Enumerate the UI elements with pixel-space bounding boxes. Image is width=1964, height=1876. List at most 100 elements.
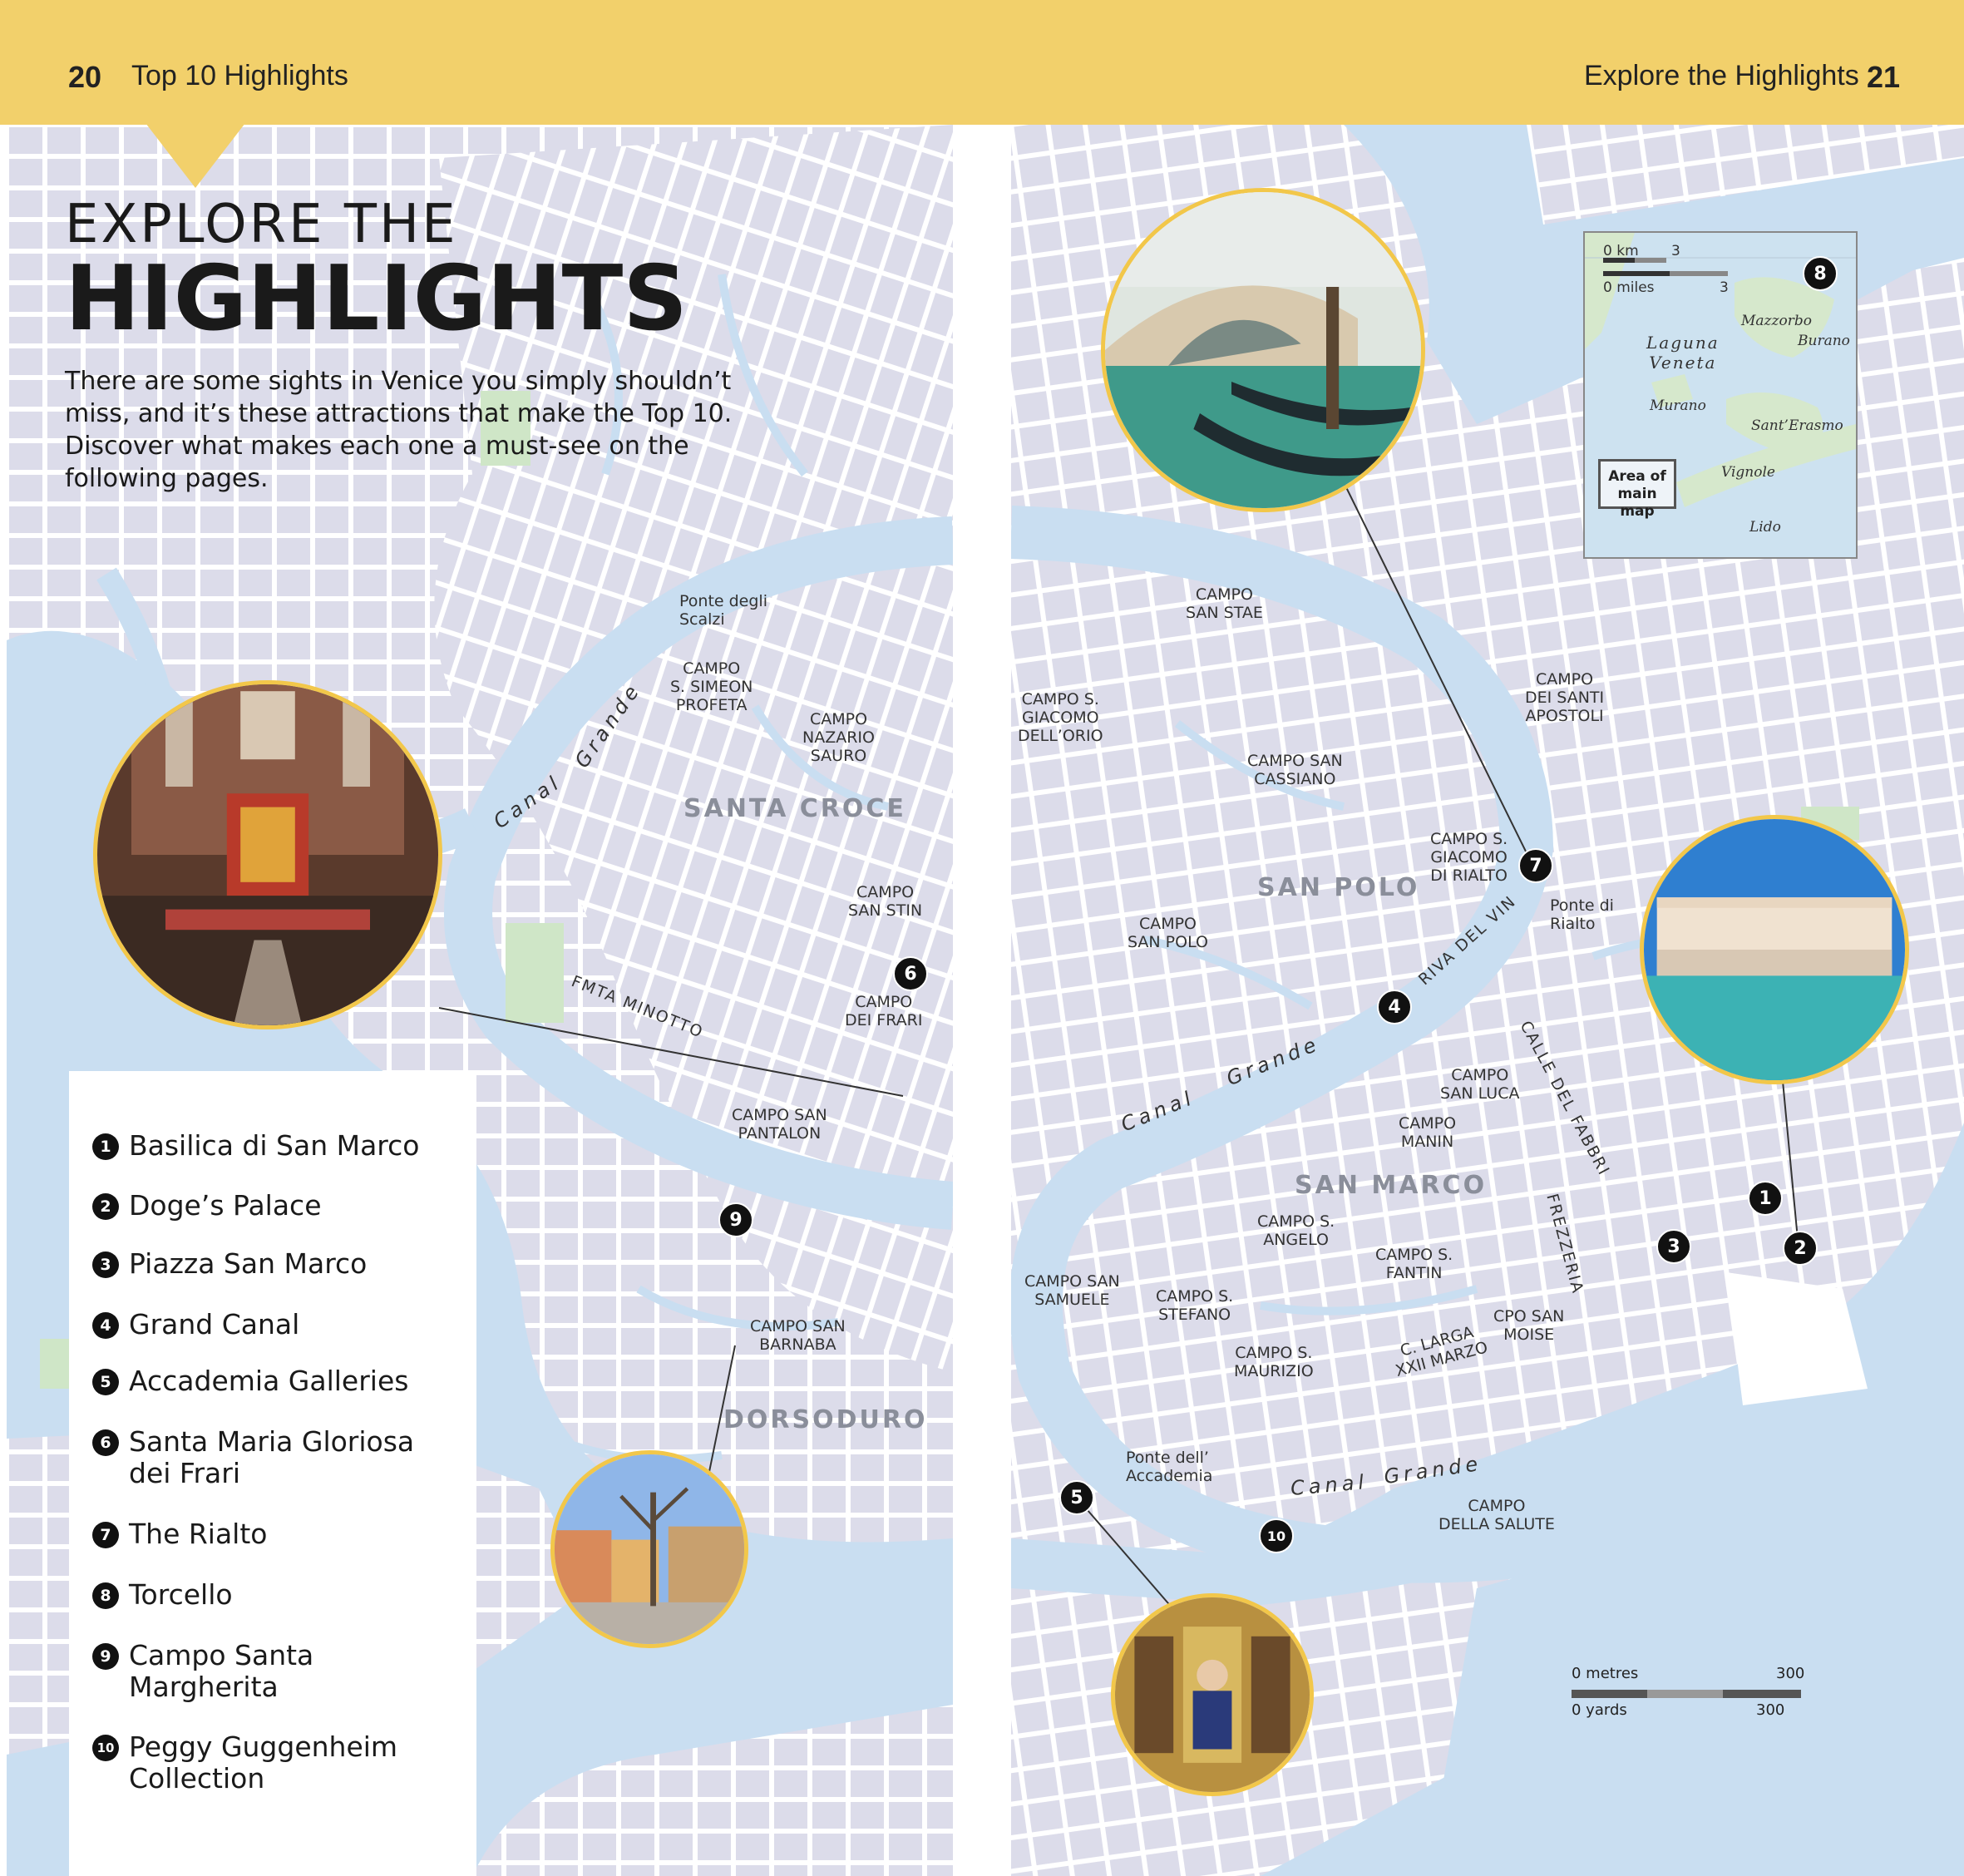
- church-interior-image: [97, 684, 438, 1025]
- legend-item[interactable]: 1 Basilica di San Marco: [92, 1130, 445, 1162]
- district-santa-croce: SANTA CROCE: [683, 794, 906, 823]
- left-running-title: Top 10 Highlights: [131, 60, 348, 91]
- marker-4[interactable]: 4: [1377, 990, 1412, 1024]
- place-label: CAMPO SAN LUCA: [1440, 1066, 1520, 1103]
- place-label: CAMPO DEI FRARI: [845, 993, 923, 1029]
- header-notch: [146, 123, 245, 188]
- legend-item[interactable]: 5 Accademia Galleries: [92, 1365, 445, 1397]
- inset-laguna-label: Laguna Veneta: [1646, 333, 1720, 373]
- marker-5[interactable]: 5: [1059, 1480, 1094, 1515]
- frari-church-photo[interactable]: [93, 680, 442, 1029]
- legend-item[interactable]: 2 Doge’s Palace: [92, 1190, 445, 1222]
- legend-number: 8: [92, 1582, 119, 1609]
- legend-number: 2: [92, 1193, 119, 1220]
- marker-3[interactable]: 3: [1656, 1229, 1691, 1264]
- place-label: CAMPO S. MAURIZIO: [1234, 1344, 1314, 1380]
- legend-item[interactable]: 3 Piazza San Marco: [92, 1248, 445, 1280]
- scale-yards-label: 0 yards: [1572, 1701, 1627, 1719]
- legend-number: 10: [92, 1735, 119, 1761]
- scale-metres-value: 300: [1776, 1665, 1805, 1682]
- legend-item[interactable]: 8 Torcello: [92, 1579, 445, 1611]
- legend-item[interactable]: 7 The Rialto: [92, 1518, 445, 1550]
- legend-label: Peggy Guggenheim Collection: [129, 1730, 398, 1795]
- place-label: Ponte degli Scalzi: [679, 592, 767, 629]
- legend-number: 9: [92, 1643, 119, 1670]
- legend-item[interactable]: 9 Campo Santa Margherita: [92, 1640, 445, 1703]
- place-label: CAMPO SAN SAMUELE: [1024, 1272, 1120, 1309]
- inset-mazzorbo-label: Mazzorbo: [1741, 313, 1812, 329]
- place-label: Ponte di Rialto: [1550, 896, 1614, 933]
- inset-km-value: 3: [1671, 243, 1680, 259]
- marker-1[interactable]: 1: [1748, 1181, 1783, 1216]
- legend-number: 6: [92, 1429, 119, 1456]
- place-label: CAMPO SAN STIN: [848, 883, 923, 920]
- place-label: CAMPO S. FANTIN: [1375, 1246, 1453, 1282]
- place-label: CAMPO S. ANGELO: [1257, 1212, 1335, 1249]
- scale-bar-graphic: [1572, 1690, 1801, 1698]
- intro-heading-small: EXPLORE THE: [65, 194, 458, 255]
- place-label: CPO SAN MOISE: [1493, 1307, 1565, 1344]
- place-label: CAMPO NAZARIO SAURO: [802, 710, 875, 765]
- highlights-legend: 1 Basilica di San Marco 2 Doge’s Palace 3P…: [69, 1071, 476, 1876]
- legend-item[interactable]: 10 Peggy Guggenheim Collection: [92, 1731, 445, 1795]
- place-label: CAMPO S. GIACOMO DI RIALTO: [1430, 830, 1508, 885]
- scale-metres-label: 0 metres: [1572, 1665, 1639, 1682]
- inset-km-label: 0 km: [1603, 243, 1639, 259]
- marker-8[interactable]: 8: [1803, 256, 1838, 291]
- square-image: [555, 1454, 744, 1644]
- inset-lido-label: Lido: [1749, 519, 1781, 536]
- rialto-bridge-photo[interactable]: [1101, 188, 1425, 512]
- campo-santa-margherita-photo[interactable]: [550, 1450, 748, 1648]
- district-dorsoduro: DORSODURO: [723, 1405, 928, 1434]
- marker-9[interactable]: 9: [718, 1202, 753, 1237]
- marker-6[interactable]: 6: [893, 956, 928, 991]
- legend-label: Torcello: [129, 1578, 233, 1611]
- palace-image: [1644, 819, 1905, 1080]
- place-label: CAMPO DEI SANTI APOSTOLI: [1525, 670, 1605, 725]
- intro-heading-large: HIGHLIGHTS: [65, 247, 688, 351]
- inset-area-of-main-map: Area of main map: [1598, 459, 1676, 520]
- legend-item[interactable]: 6 Santa Maria Gloriosa dei Frari: [92, 1426, 445, 1489]
- place-label: CAMPO SAN STAE: [1186, 585, 1263, 622]
- rialto-image: [1105, 192, 1421, 508]
- page-gutter: [953, 125, 1011, 1876]
- legend-number: 1: [92, 1133, 119, 1160]
- place-label: CAMPO S. SIMEON PROFETA: [670, 659, 753, 714]
- legend-label: The Rialto: [129, 1518, 268, 1550]
- painting-image: [1115, 1597, 1310, 1792]
- accademia-painting-photo[interactable]: [1111, 1593, 1314, 1796]
- place-label: CAMPO SAN PANTALON: [732, 1106, 827, 1143]
- district-san-marco: SAN MARCO: [1295, 1171, 1488, 1200]
- inset-murano-label: Murano: [1650, 397, 1706, 414]
- district-san-polo: SAN POLO: [1257, 873, 1420, 902]
- place-label: CAMPO DELLA SALUTE: [1438, 1497, 1555, 1533]
- legend-label: Piazza San Marco: [129, 1247, 368, 1280]
- place-label: CAMPO S. GIACOMO DELL’ORIO: [1018, 690, 1103, 745]
- inset-sant-erasmo-label: Sant’Erasmo: [1751, 417, 1843, 434]
- legend-item[interactable]: 4 Grand Canal: [92, 1309, 445, 1340]
- right-page-number: 21: [1867, 60, 1901, 94]
- left-page-number: 20: [68, 60, 102, 94]
- legend-number: 5: [92, 1369, 119, 1395]
- doges-palace-photo[interactable]: [1640, 815, 1909, 1084]
- place-label: Ponte dell’ Accademia: [1126, 1449, 1213, 1485]
- place-label: CAMPO SAN BARNABA: [750, 1317, 846, 1354]
- legend-number: 3: [92, 1251, 119, 1278]
- inset-burano-label: Burano: [1798, 333, 1850, 349]
- legend-label: Grand Canal: [129, 1308, 300, 1340]
- right-running-title: Explore the Highlights: [1584, 60, 1859, 91]
- legend-label: Accademia Galleries: [129, 1365, 409, 1397]
- place-label: CAMPO SAN CASSIANO: [1247, 752, 1343, 788]
- inset-vignole-label: Vignole: [1721, 464, 1775, 481]
- legend-label: Doge’s Palace: [129, 1189, 322, 1222]
- legend-label: Basilica di San Marco: [129, 1129, 420, 1162]
- marker-10[interactable]: 10: [1259, 1518, 1294, 1553]
- scale-yards-value: 300: [1756, 1701, 1785, 1719]
- marker-2[interactable]: 2: [1783, 1231, 1818, 1266]
- page-header: 20 Top 10 Highlights Explore the Highlig…: [0, 0, 1964, 125]
- place-label: CAMPO S. STEFANO: [1156, 1287, 1234, 1324]
- marker-7[interactable]: 7: [1518, 848, 1553, 883]
- intro-body: There are some sights in Venice you simp…: [65, 367, 733, 493]
- legend-number: 4: [92, 1312, 119, 1339]
- legend-number: 7: [92, 1522, 119, 1548]
